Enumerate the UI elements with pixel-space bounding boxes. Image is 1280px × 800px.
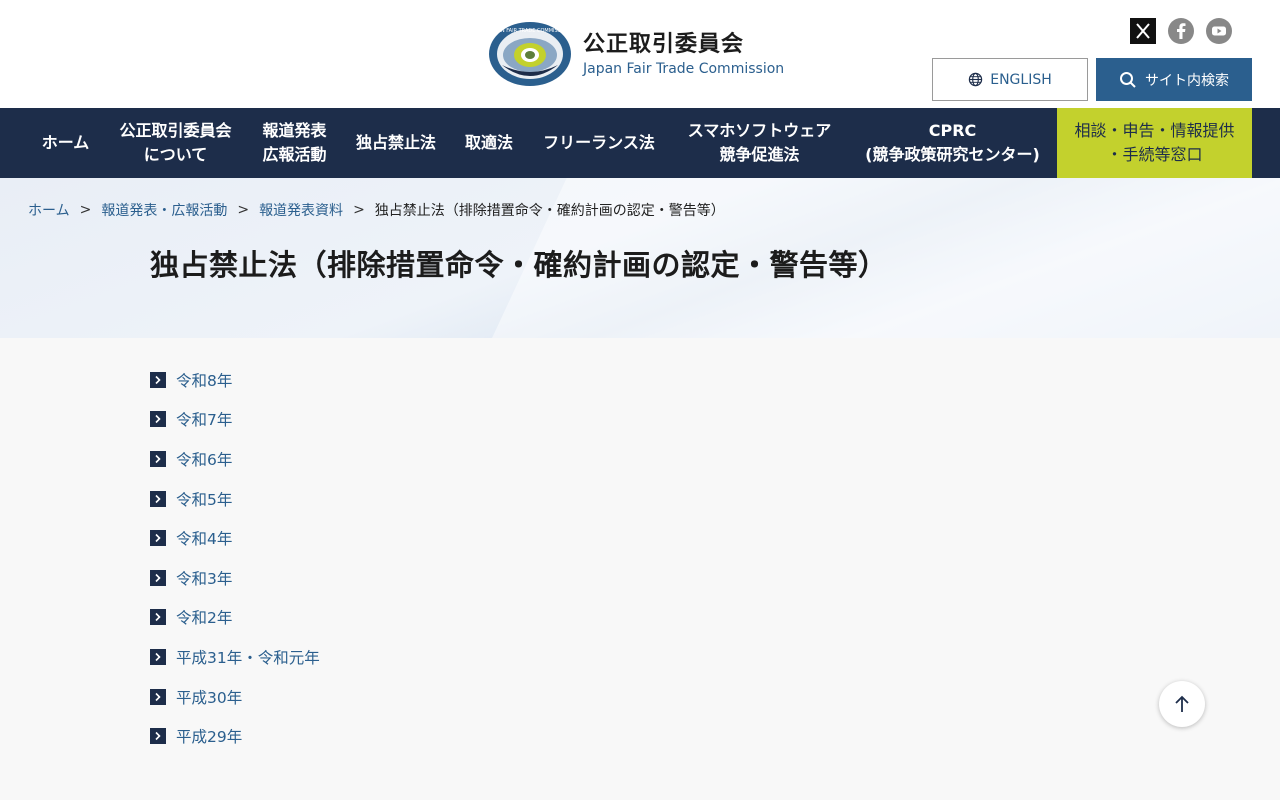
x-icon[interactable] — [1130, 18, 1156, 44]
nav-item-subcontract[interactable]: 取適法 — [451, 108, 527, 178]
year-link-label: 令和4年 — [176, 530, 233, 549]
emblem-ring-text: JAPAN FAIR TRADE COMMISSION — [489, 28, 570, 34]
chevron-right-icon — [150, 530, 166, 547]
social-links — [1130, 18, 1232, 44]
year-link[interactable]: 平成29年 — [150, 716, 320, 756]
chevron-right-icon — [150, 728, 166, 745]
nav-label: 独占禁止法 — [355, 133, 436, 152]
page-title: 独占禁止法（排除措置命令・確約計画の認定・警告等） — [150, 248, 888, 282]
english-button[interactable]: ENGLISH — [932, 58, 1088, 101]
logo-subtitle: Japan Fair Trade Commission — [583, 60, 785, 77]
nav-label: CPRC — [928, 121, 977, 140]
nav-label-line2: 競争促進法 — [719, 145, 800, 164]
nav-label-line2: ・手続等窓口 — [1106, 145, 1203, 164]
jftc-emblem-icon: JAPAN FAIR TRADE COMMISSION — [489, 22, 571, 86]
year-link-label: 令和7年 — [176, 411, 233, 430]
nav-label: フリーランス法 — [543, 133, 655, 152]
chevron-right-icon — [150, 609, 166, 626]
year-link-label: 令和3年 — [176, 569, 233, 588]
nav-item-home[interactable]: ホーム — [28, 108, 103, 178]
year-link[interactable]: 令和3年 — [150, 558, 320, 598]
english-label: ENGLISH — [990, 71, 1052, 88]
logo-title: 公正取引委員会 — [583, 31, 745, 57]
chevron-right-icon — [150, 569, 166, 586]
year-link-label: 平成29年 — [176, 728, 243, 747]
year-link[interactable]: 平成31年・令和元年 — [150, 637, 320, 677]
nav-label: 公正取引委員会 — [119, 121, 232, 140]
year-link[interactable]: 令和2年 — [150, 598, 320, 638]
breadcrumb-separator: > — [237, 202, 250, 218]
nav-label-line2: について — [143, 145, 208, 164]
nav-label: 取適法 — [464, 133, 513, 152]
nav-label-line2: (競争政策研究センター) — [865, 145, 1040, 164]
nav-item-freelance[interactable]: フリーランス法 — [527, 108, 671, 178]
breadcrumb-current: 独占禁止法（排除措置命令・確約計画の認定・警告等） — [374, 203, 725, 219]
year-link[interactable]: 令和4年 — [150, 518, 320, 558]
globe-icon — [969, 72, 983, 87]
search-icon — [1120, 71, 1136, 88]
chevron-right-icon — [150, 490, 166, 507]
breadcrumb-press[interactable]: 報道発表・広報活動 — [101, 200, 227, 220]
nav-item-cprc[interactable]: CPRC (競争政策研究センター) — [848, 108, 1057, 178]
breadcrumb: ホーム > 報道発表・広報活動 > 報道発表資料 > 独占禁止法（排除措置命令・… — [28, 200, 725, 220]
site-search-button[interactable]: サイト内検索 — [1096, 58, 1252, 101]
search-label: サイト内検索 — [1145, 72, 1229, 89]
nav-item-antimonopoly[interactable]: 独占禁止法 — [341, 108, 451, 178]
year-link-label: 平成30年 — [176, 688, 243, 707]
page-header: ホーム > 報道発表・広報活動 > 報道発表資料 > 独占禁止法（排除措置命令・… — [0, 178, 1280, 338]
nav-label: ホーム — [41, 133, 90, 152]
breadcrumb-home[interactable]: ホーム — [28, 200, 70, 220]
chevron-right-icon — [150, 648, 166, 665]
back-to-top-button[interactable] — [1159, 681, 1205, 727]
breadcrumb-separator: > — [353, 202, 365, 218]
chevron-right-icon — [150, 371, 166, 388]
chevron-right-icon — [150, 411, 166, 428]
nav-item-smartphone[interactable]: スマホソフトウェア 競争促進法 — [671, 108, 848, 178]
year-link-label: 令和6年 — [176, 450, 233, 469]
breadcrumb-press-releases[interactable]: 報道発表資料 — [259, 200, 343, 220]
year-link-label: 令和8年 — [176, 371, 233, 390]
year-link[interactable]: 平成30年 — [150, 677, 320, 717]
arrow-up-icon — [1175, 695, 1189, 712]
year-link-label: 令和5年 — [176, 490, 233, 509]
year-link-list: 令和8年 令和7年 令和6年 令和5年 令和4年 令和3年 令和2年 平成31年… — [150, 360, 320, 756]
breadcrumb-separator: > — [79, 202, 92, 218]
year-link[interactable]: 令和6年 — [150, 439, 320, 479]
nav-label-line2: 広報活動 — [262, 145, 327, 164]
nav-item-consultation[interactable]: 相談・申告・情報提供 ・手続等窓口 — [1057, 108, 1252, 178]
global-nav: ホーム 公正取引委員会 について 報道発表広報活動 独占禁止法 取適法 フリーラン… — [0, 108, 1280, 178]
facebook-icon[interactable] — [1168, 18, 1194, 44]
youtube-icon[interactable] — [1206, 18, 1232, 44]
year-link[interactable]: 令和7年 — [150, 400, 320, 440]
chevron-right-icon — [150, 450, 166, 467]
site-logo[interactable]: JAPAN FAIR TRADE COMMISSION 公正取引委員会 Japa… — [488, 21, 784, 87]
chevron-right-icon — [150, 688, 166, 705]
nav-label: スマホソフトウェア — [687, 121, 832, 140]
nav-label: 報道発表 — [262, 121, 327, 140]
year-link-label: 令和2年 — [176, 609, 233, 628]
year-link[interactable]: 令和5年 — [150, 479, 320, 519]
site-header: JAPAN FAIR TRADE COMMISSION 公正取引委員会 Japa… — [0, 0, 1280, 108]
nav-label: 相談・申告・情報提供 — [1074, 121, 1235, 140]
year-link-label: 平成31年・令和元年 — [176, 648, 320, 667]
year-link[interactable]: 令和8年 — [150, 360, 320, 400]
logo-text: 公正取引委員会 Japan Fair Trade Commission — [583, 31, 784, 78]
nav-item-press[interactable]: 報道発表 広報活動 — [248, 108, 341, 178]
nav-item-about[interactable]: 公正取引委員会 について — [103, 108, 248, 178]
